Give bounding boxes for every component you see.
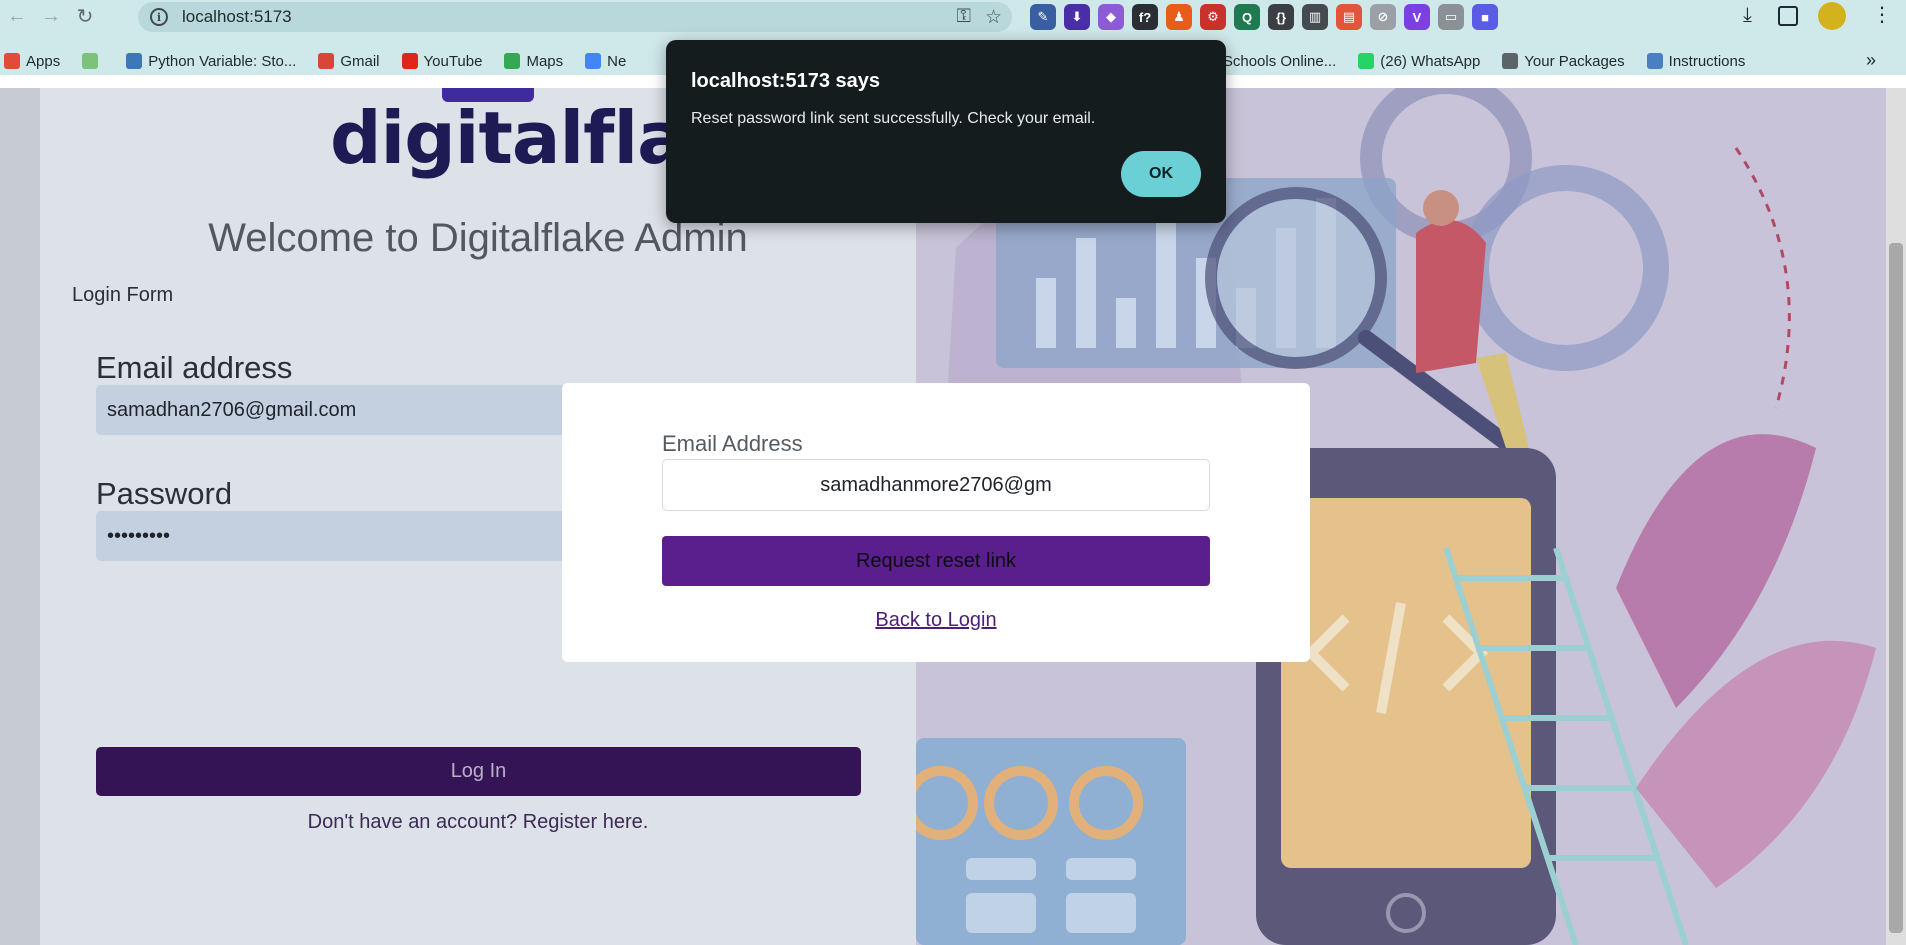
alert-ok-button[interactable]: OK — [1121, 151, 1201, 197]
reload-icon[interactable]: ↻ — [68, 0, 102, 33]
url-text[interactable]: localhost:5173 — [182, 7, 292, 27]
bookmark-favicon-icon — [1358, 53, 1375, 69]
extension-icon[interactable]: ■ — [1472, 4, 1498, 30]
back-icon[interactable]: ← — [0, 0, 34, 33]
key-icon[interactable]: ⚿ — [956, 6, 970, 29]
extension-icon[interactable]: ⊘ — [1370, 4, 1396, 30]
bookmark-item[interactable]: Gmail — [318, 52, 380, 70]
back-to-login-link[interactable]: Back to Login — [562, 609, 1310, 632]
bookmark-label: Maps — [526, 52, 564, 70]
extension-icon[interactable]: f? — [1132, 4, 1158, 30]
bookmark-label: Gmail — [340, 52, 380, 70]
extension-icon[interactable]: ⬇ — [1064, 4, 1090, 30]
extension-icon[interactable]: ▤ — [1336, 4, 1362, 30]
page-scrollbar[interactable] — [1886, 88, 1906, 945]
extension-icon[interactable]: V — [1404, 4, 1430, 30]
bookmark-item[interactable]: Ne — [585, 53, 626, 70]
bookmark-item[interactable]: Python Variable: Sto... — [126, 53, 296, 70]
download-icon[interactable]: ⤓ — [1743, 4, 1752, 27]
forward-icon[interactable]: → — [34, 0, 68, 33]
extension-icon[interactable]: {} — [1268, 4, 1294, 30]
bookmark-label: Python Variable: Sto... — [148, 52, 297, 70]
browser-toolbar: ← → ↻ i localhost:5173 ⚿ ☆ ✎ ⬇ ◆ f? ♟ ⚙ Q {} ▥ ▤ ⊘… — [0, 0, 1906, 33]
bookmark-item[interactable]: Apps — [4, 53, 60, 70]
profile-avatar[interactable] — [1818, 2, 1846, 30]
reset-email-field[interactable]: samadhanmore2706@gm — [662, 459, 1210, 511]
bookmark-favicon-icon — [585, 53, 602, 69]
address-bar[interactable]: i localhost:5173 ⚿ ☆ — [138, 2, 1012, 32]
request-reset-button[interactable]: Request reset link — [662, 536, 1210, 586]
form-caption: Login Form — [72, 284, 174, 306]
bookmark-favicon-icon — [318, 53, 335, 69]
bookmark-label: Your Packages — [1524, 52, 1625, 70]
reset-password-modal: Email Address samadhanmore2706@gm Reques… — [562, 383, 1310, 662]
bookmark-label: YouTube — [423, 52, 483, 70]
menu-icon[interactable]: ⋮ — [1872, 2, 1892, 27]
bookmark-favicon-icon — [82, 53, 99, 69]
bookmarks-more-icon[interactable]: » — [1866, 50, 1876, 71]
bookmark-label: Apps — [26, 52, 61, 70]
email-label: Email address — [96, 350, 293, 385]
extension-icon[interactable]: Q — [1234, 4, 1260, 30]
side-panel-icon[interactable] — [1778, 6, 1798, 26]
site-info-icon[interactable]: i — [150, 8, 168, 26]
extension-icon[interactable]: ▭ — [1438, 4, 1464, 30]
bookmark-label: Instructions — [1668, 52, 1746, 70]
alert-message: Reset password link sent successfully. C… — [691, 110, 1096, 127]
alert-title: localhost:5173 says — [691, 70, 880, 92]
bookmark-item[interactable]: YouTube — [401, 52, 483, 70]
bookmark-favicon-icon — [401, 53, 418, 69]
bookmark-item[interactable]: Maps — [504, 53, 563, 70]
bookmark-item[interactable] — [82, 53, 104, 69]
bookmark-favicon-icon — [4, 53, 20, 69]
bookmark-star-icon[interactable]: ☆ — [985, 6, 1002, 29]
extension-icon[interactable]: ▥ — [1302, 4, 1328, 30]
bookmark-label: Ne — [607, 52, 627, 70]
bookmark-item[interactable]: Your Packages — [1502, 52, 1625, 70]
bookmark-favicon-icon — [1646, 53, 1663, 69]
bookmark-item[interactable]: (26) WhatsApp — [1358, 53, 1480, 70]
extensions-bar: ✎ ⬇ ◆ f? ♟ ⚙ Q {} ▥ ▤ ⊘ V ▭ ■ — [1030, 4, 1498, 30]
bookmark-favicon-icon — [1502, 53, 1519, 69]
extension-icon[interactable]: ✎ — [1030, 4, 1056, 30]
extension-icon[interactable]: ◆ — [1098, 4, 1124, 30]
alert-dialog: localhost:5173 says Reset password link … — [666, 40, 1226, 223]
register-link[interactable]: Don't have an account? Register here. — [40, 811, 916, 834]
bookmark-favicon-icon — [126, 53, 143, 69]
scroll-thumb[interactable] — [1889, 243, 1903, 933]
reset-email-label: Email Address — [662, 431, 803, 456]
bookmark-item[interactable]: Instructions — [1646, 52, 1746, 70]
extension-icon[interactable]: ⚙ — [1200, 4, 1226, 30]
bookmark-favicon-icon — [504, 53, 521, 69]
password-label: Password — [96, 476, 233, 511]
login-button[interactable]: Log In — [96, 747, 861, 796]
bookmark-label: (26) WhatsApp — [1380, 52, 1481, 70]
extension-icon[interactable]: ♟ — [1166, 4, 1192, 30]
